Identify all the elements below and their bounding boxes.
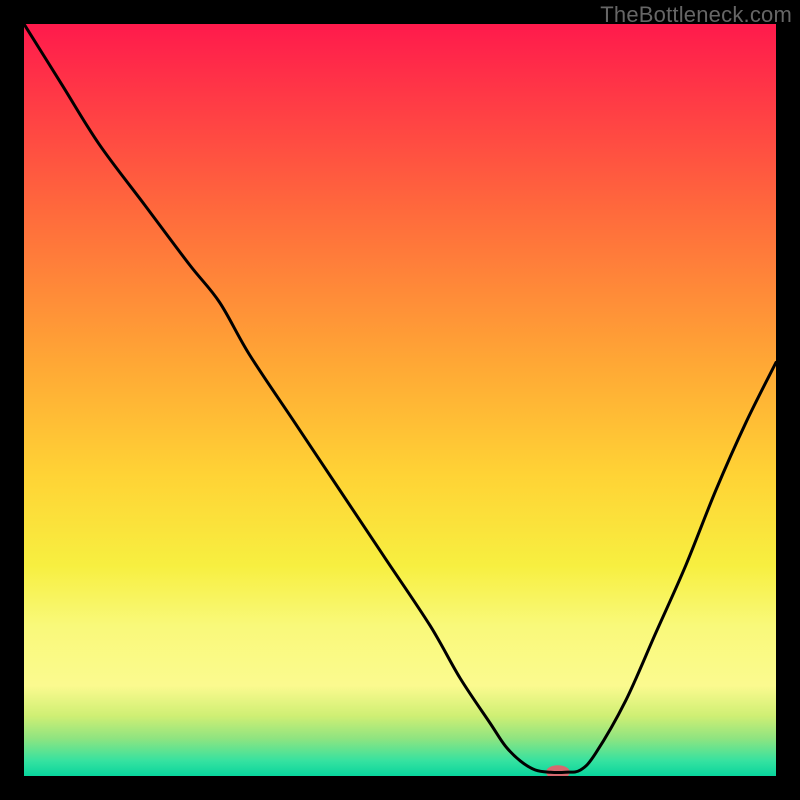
plot-area <box>24 24 776 776</box>
chart-frame: TheBottleneck.com <box>0 0 800 800</box>
gradient-background <box>24 24 776 776</box>
chart-svg <box>24 24 776 776</box>
